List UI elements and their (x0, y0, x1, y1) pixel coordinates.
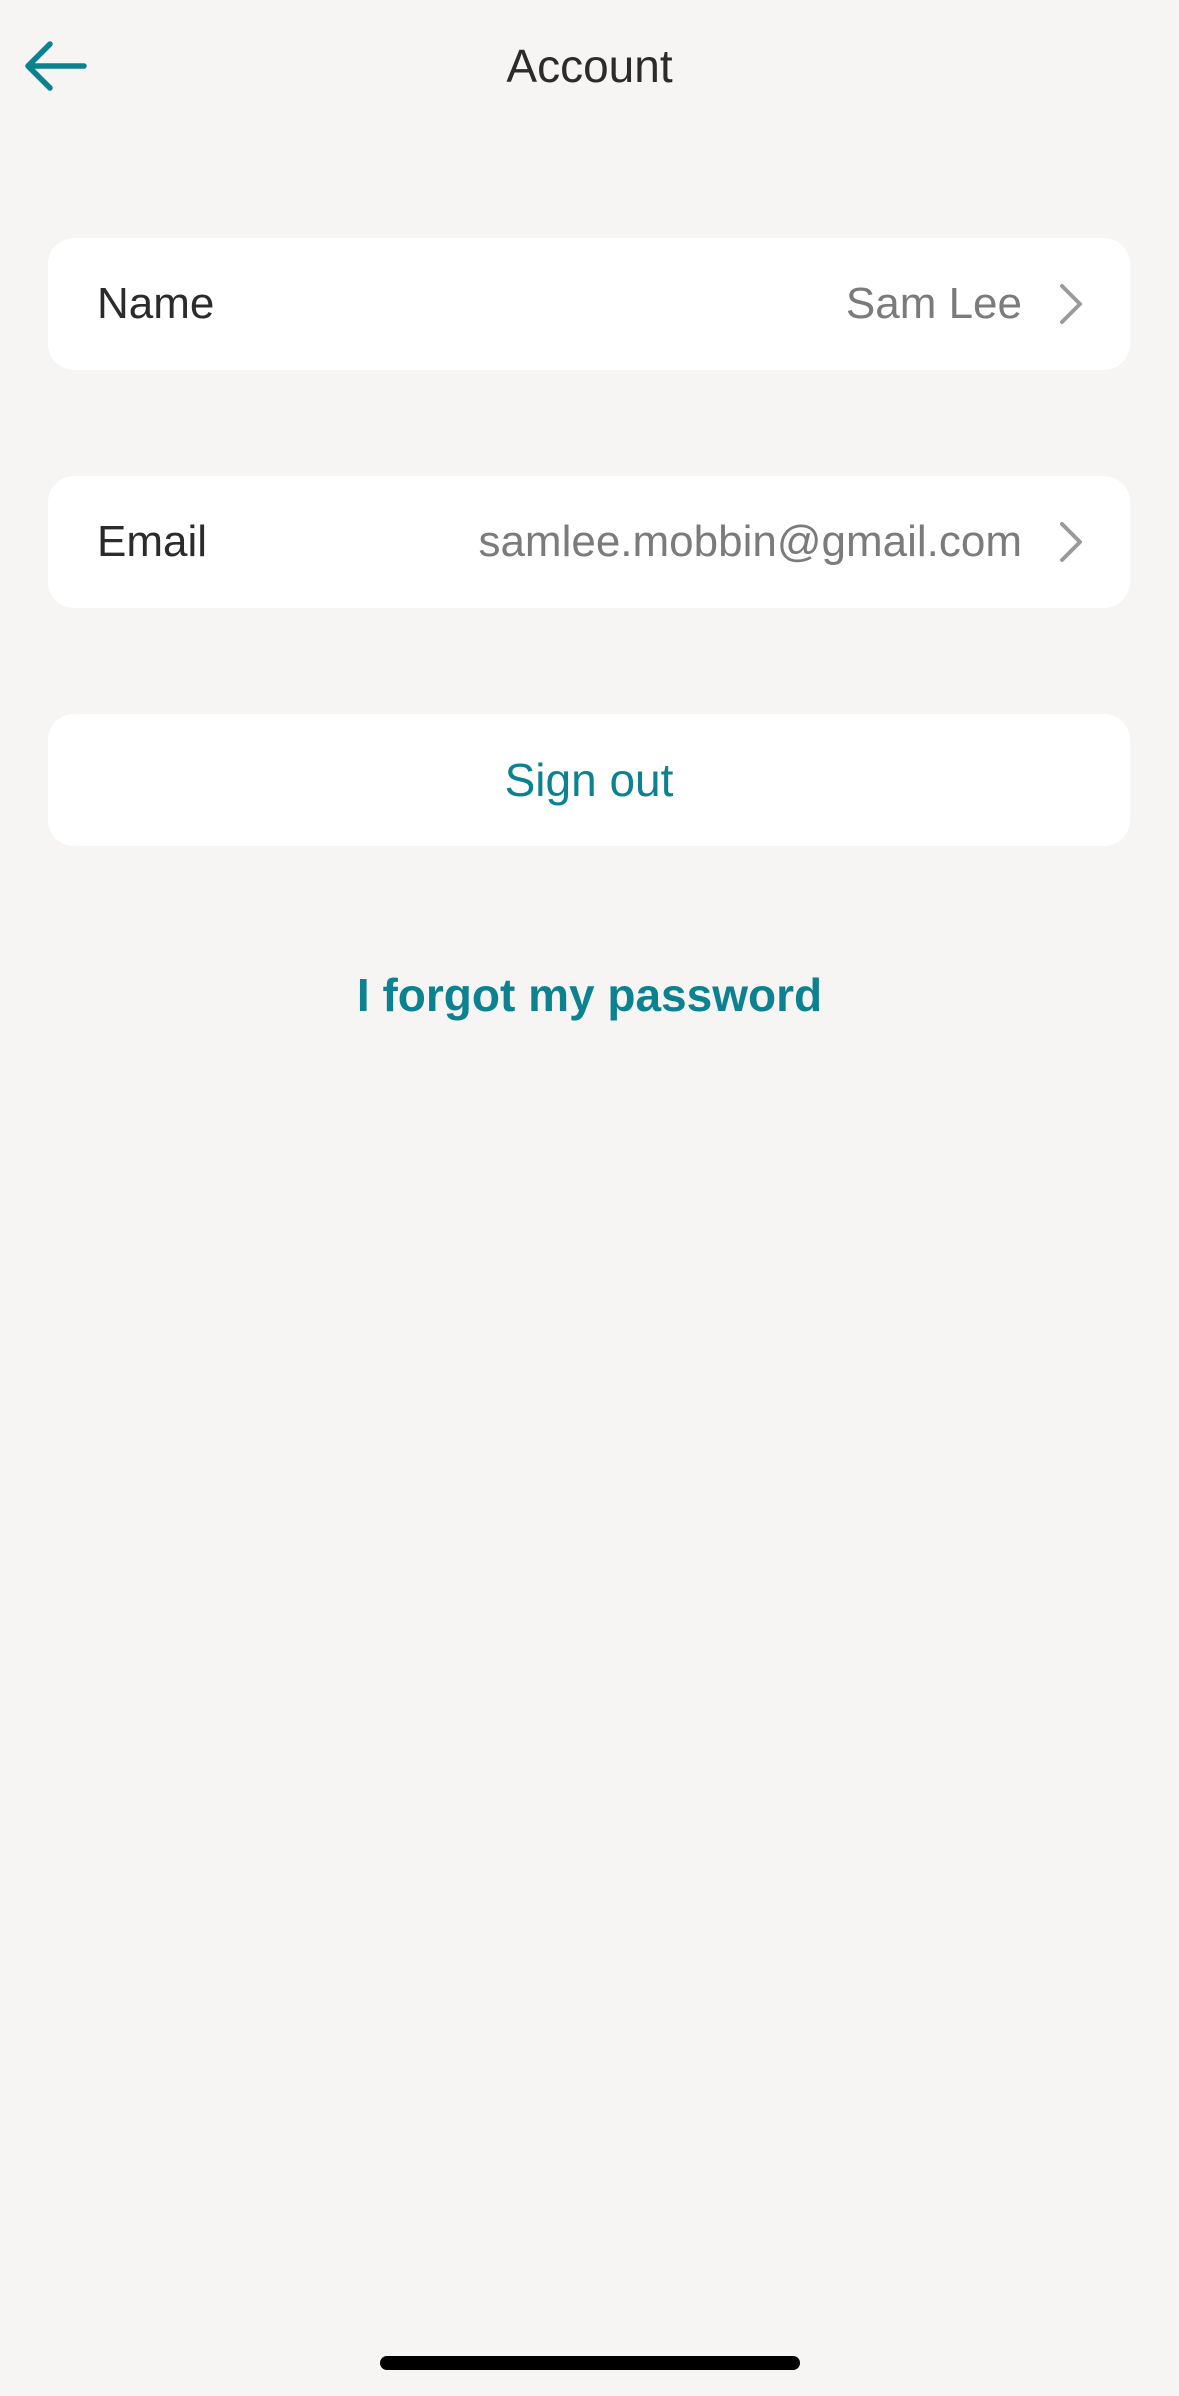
sign-out-button[interactable]: Sign out (48, 714, 1130, 846)
email-value: samlee.mobbin@gmail.com (478, 517, 1022, 566)
page-title: Account (506, 40, 673, 92)
sign-out-label: Sign out (504, 754, 674, 806)
name-row[interactable]: Name Sam Lee (48, 238, 1130, 370)
name-label: Name (97, 279, 215, 328)
chevron-right-icon (1060, 522, 1082, 562)
email-label: Email (97, 517, 208, 566)
email-row[interactable]: Email samlee.mobbin@gmail.com (48, 476, 1130, 608)
home-indicator (380, 2356, 800, 2370)
chevron-right-icon (1060, 284, 1082, 324)
forgot-password-link[interactable]: I forgot my password (0, 965, 1179, 1025)
top-bar: Account (0, 0, 1179, 134)
name-value: Sam Lee (845, 279, 1022, 328)
